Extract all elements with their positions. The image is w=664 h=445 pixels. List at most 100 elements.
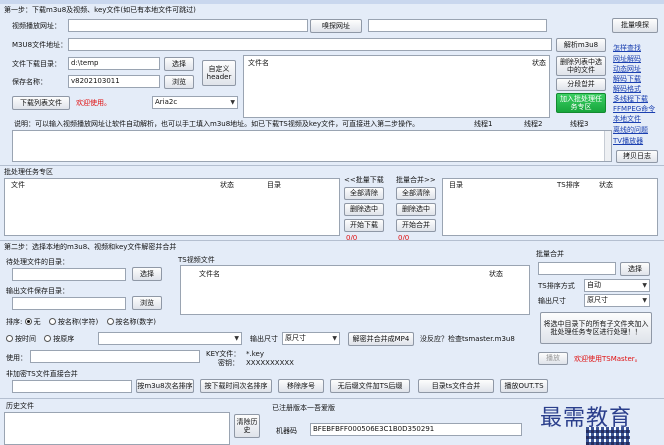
time-sort-button[interactable]: 按下载时间次名排序 <box>200 379 272 393</box>
sort-none-radio[interactable] <box>24 318 32 325</box>
sort-name-char-radio[interactable] <box>48 318 56 325</box>
step1-title: 第一步：下载m3u8及视频、key文件(如已有本地文件可跳过) <box>4 6 196 14</box>
dir-ts-merge-button[interactable]: 目录ts文件合并 <box>418 379 494 393</box>
sort-name-num-radio[interactable] <box>106 318 114 325</box>
start-download-button[interactable]: 开始下载 <box>344 219 384 232</box>
browse-button[interactable]: 浏览 <box>164 75 194 89</box>
copy-log-button[interactable]: 拷贝日志 <box>616 150 658 163</box>
clear-all-merge-button[interactable]: 全部清除 <box>396 187 436 200</box>
thread3-label: 线程3 <box>570 120 589 128</box>
qr-code-icon <box>586 427 630 445</box>
choose-dir-button[interactable]: 选择 <box>164 57 194 71</box>
clear-history-button[interactable]: 清除历史 <box>234 414 260 438</box>
help-link[interactable]: 本地文件 <box>613 115 641 124</box>
use-label: 使用： <box>6 354 27 362</box>
save-name-label: 保存名称： <box>12 78 47 86</box>
batch-merge-choose-button[interactable]: 选择 <box>620 262 650 276</box>
downloader-value: Aria2c <box>155 98 178 106</box>
batch-task-list[interactable]: 文件 状态 目录 <box>4 178 340 236</box>
help-link[interactable]: 解码下载 <box>613 75 641 84</box>
machine-code-input[interactable]: BFEBFBFF000506E3C1B0D350291 <box>310 423 522 436</box>
history-list[interactable] <box>4 412 230 445</box>
batch-welcome-text: 欢迎使用TSMaster。 <box>574 355 642 363</box>
clear-all-download-button[interactable]: 全部清除 <box>344 187 384 200</box>
help-link[interactable]: TV播放器 <box>613 137 643 146</box>
m3u8-sort-button[interactable]: 按m3u8次名排序 <box>136 379 194 393</box>
help-link[interactable]: FFMPEG命令 <box>613 105 655 114</box>
batch-merge-label: 批量合并>> <box>396 176 436 184</box>
delete-selected-file-button[interactable]: 删除列表中选中的文件 <box>556 56 606 76</box>
merge-dir-col: 目录 <box>449 181 463 189</box>
by-order-radio[interactable] <box>44 335 52 342</box>
no-response-text: 没反应？检查tsmaster.m3u8 <box>420 335 515 343</box>
help-link[interactable]: 动态网址 <box>613 65 641 74</box>
merge-ts-col: TS排序 <box>557 181 580 189</box>
sort-row: 排序: 无 按名称(字符) 按名称(数字) <box>6 318 156 327</box>
parse-m3u8-button[interactable]: 解析m3u8 <box>556 38 606 52</box>
remove-seq-button[interactable]: 移除序号 <box>278 379 324 393</box>
play-out-ts-button[interactable]: 播放OUT.TS <box>500 379 548 393</box>
batch-sniff-button[interactable]: 批量嗅探 <box>612 18 658 33</box>
batch-merge-list[interactable]: 目录 TS排序 状态 <box>442 178 658 236</box>
download-list-button[interactable]: 下载列表文件 <box>12 96 70 110</box>
pending-choose-button[interactable]: 选择 <box>132 267 162 281</box>
help-link[interactable]: 多线程下载 <box>613 95 648 104</box>
by-time-radio[interactable] <box>6 335 13 342</box>
output-dir-input[interactable] <box>12 297 126 310</box>
batch-dir-col: 目录 <box>267 181 281 189</box>
sort-none-label: 无 <box>33 318 41 326</box>
merge-status-col: 状态 <box>599 181 613 189</box>
m3u8-url-input[interactable] <box>68 38 552 51</box>
log-scrollbar[interactable] <box>604 131 611 161</box>
decrypt-merge-button[interactable]: 解密并合并成MP4 <box>348 332 414 346</box>
batch-output-size-select[interactable]: 原尺寸 ▼ <box>584 294 650 307</box>
ts-dir-input[interactable] <box>12 380 132 393</box>
download-file-list[interactable]: 文件名 状态 <box>243 55 550 118</box>
output-browse-button[interactable]: 浏览 <box>132 296 162 310</box>
file-col-header: 文件名 <box>248 59 269 67</box>
help-link[interactable]: 离线的问题 <box>613 126 648 135</box>
non-encrypted-label: 非加密TS文件直接合并 <box>6 370 78 378</box>
sniff-result-input[interactable] <box>368 19 547 32</box>
ts-file-list[interactable]: 文件名 状态 <box>180 265 530 315</box>
pending-dir-input[interactable] <box>12 268 126 281</box>
ts-files-label: TS视频文件 <box>178 256 215 264</box>
sort-label: 排序: <box>6 318 23 326</box>
batch-merge-dir-input[interactable] <box>538 262 616 275</box>
batch-status-col: 状态 <box>220 181 234 189</box>
save-name-input[interactable]: v8202103011 <box>68 75 160 88</box>
help-link[interactable]: 解码格式 <box>613 85 641 94</box>
file-select[interactable]: ▼ <box>98 332 242 345</box>
add-ts-suffix-button[interactable]: 无后缀文件加TS后缀 <box>330 379 410 393</box>
delete-selected-download-button[interactable]: 删除选中 <box>344 203 384 216</box>
chevron-down-icon: ▼ <box>230 99 235 106</box>
custom-header-button[interactable]: 自定义header <box>202 60 236 86</box>
video-url-input[interactable] <box>68 19 308 32</box>
sniff-button[interactable]: 嗅探网址 <box>310 19 362 33</box>
app-window: 第一步：下载m3u8及视频、key文件(如已有本地文件可跳过) 视频播放网址： … <box>0 0 664 445</box>
ts-sort-label: TS排序方式 <box>538 282 575 290</box>
delete-selected-merge-button[interactable]: 删除选中 <box>396 203 436 216</box>
batch-download-label: <<批量下载 <box>344 176 384 184</box>
segment-merge-button[interactable]: 分段합并 <box>556 78 606 91</box>
chevron-down-icon: ▼ <box>642 297 647 304</box>
download-dir-input[interactable]: d:\temp <box>68 57 160 70</box>
ts-sort-value: 自动 <box>587 281 601 289</box>
output-size-select[interactable]: 原尺寸 ▼ <box>282 332 340 345</box>
batch-merge-title: 批量合并 <box>536 250 564 258</box>
ts-sort-select[interactable]: 自动 ▼ <box>584 279 650 292</box>
use-input[interactable] <box>30 350 200 363</box>
add-to-batch-button[interactable]: 加入批处理任务专区 <box>556 93 606 113</box>
order-row: 按时间 按原序 <box>6 335 74 344</box>
divider <box>0 398 664 399</box>
help-link[interactable]: 网址解码 <box>613 55 641 64</box>
downloader-select[interactable]: Aria2c ▼ <box>152 96 238 109</box>
add-subfolders-button[interactable]: 将选中目录下的所有子文件夹加入批处理任务专区进行处理！！ <box>540 312 652 344</box>
thread1-label: 线程1 <box>474 120 493 128</box>
log-box[interactable] <box>12 130 612 162</box>
play-button[interactable]: 播放 <box>538 352 568 365</box>
help-link[interactable]: 怎样查找 <box>613 44 641 53</box>
start-merge-button[interactable]: 开始合并 <box>396 219 436 232</box>
password-label: 密钥： <box>218 359 239 367</box>
welcome-text: 欢迎使用。 <box>76 99 111 107</box>
